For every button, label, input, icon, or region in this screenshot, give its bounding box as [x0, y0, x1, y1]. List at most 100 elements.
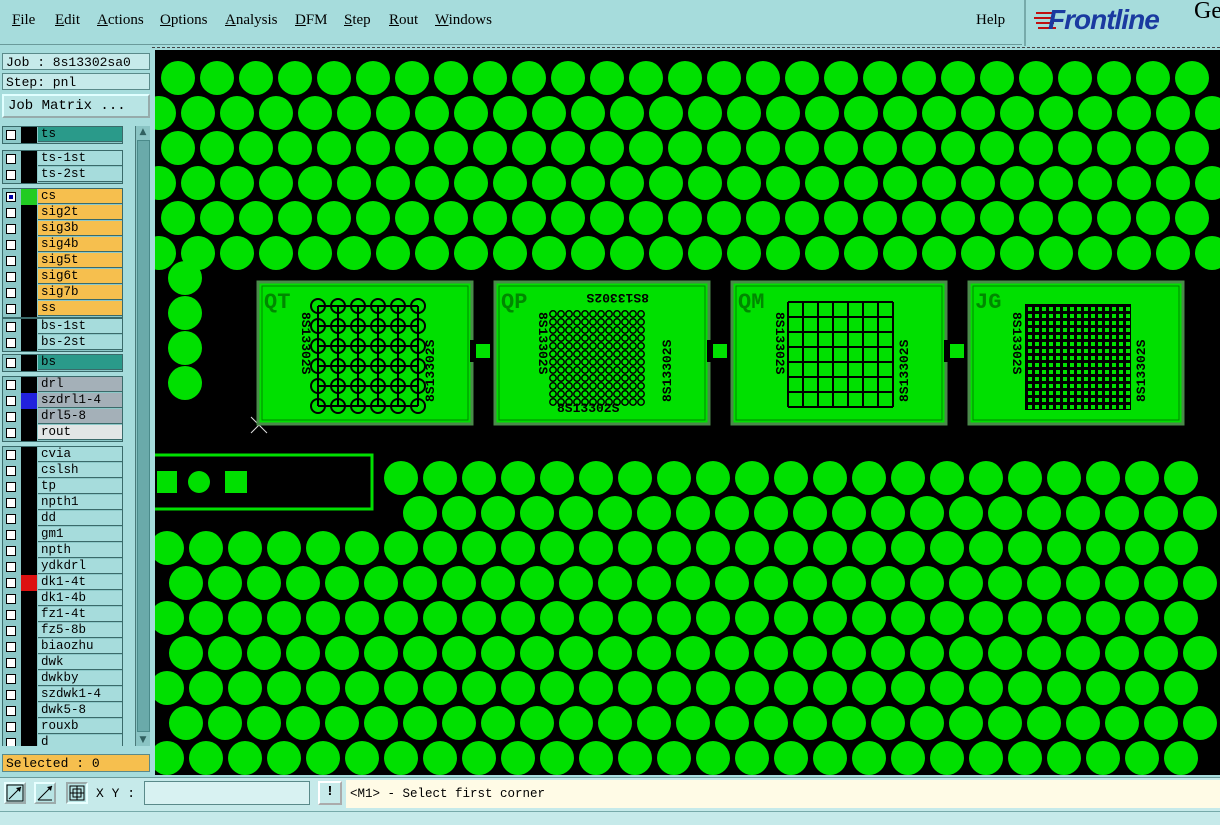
scroll-up-icon[interactable]: ▲ [137, 126, 149, 138]
zoom-line-icon[interactable] [34, 782, 56, 804]
layer-checkbox[interactable] [6, 412, 16, 422]
layer-row-drl5-8[interactable]: drl5-8 [3, 409, 122, 425]
layer-row-szdwk1-4[interactable]: szdwk1-4 [3, 687, 122, 703]
layer-row-ydkdrl[interactable]: ydkdrl [3, 559, 122, 575]
layer-checkbox[interactable] [6, 288, 16, 298]
layer-checkbox[interactable] [6, 224, 16, 234]
layer-checkbox[interactable] [6, 642, 16, 652]
menu-rout[interactable]: Rout [389, 12, 418, 29]
layer-checkbox[interactable] [6, 594, 16, 604]
layer-color-swatch [21, 511, 37, 527]
layer-checkbox[interactable] [6, 626, 16, 636]
layer-checkbox[interactable] [6, 380, 16, 390]
menu-edit[interactable]: Edit [55, 12, 80, 29]
layer-row-dwkby[interactable]: dwkby [3, 671, 122, 687]
layer-checkbox[interactable] [6, 240, 16, 250]
coupon-cell [1028, 363, 1032, 367]
layer-row-ss[interactable]: ss [3, 301, 122, 317]
layer-row-ts-1st[interactable]: ts-1st [3, 151, 122, 167]
layer-row-bs-2st[interactable]: bs-2st [3, 335, 122, 351]
copper-pad [532, 166, 566, 200]
layer-checkbox[interactable] [6, 130, 16, 140]
warning-button[interactable]: ! [318, 781, 342, 805]
layer-checkbox[interactable] [6, 578, 16, 588]
job-matrix-button[interactable]: Job Matrix ... [2, 94, 150, 118]
layer-checkbox[interactable] [6, 658, 16, 668]
layer-checkbox[interactable] [6, 208, 16, 218]
menu-analysis[interactable]: Analysis [225, 12, 278, 29]
scroll-thumb[interactable] [137, 140, 150, 732]
layer-checkbox[interactable] [6, 322, 16, 332]
layer-row-sig4b[interactable]: sig4b [3, 237, 122, 253]
layer-checkbox[interactable] [6, 466, 16, 476]
layer-row-sig3b[interactable]: sig3b [3, 221, 122, 237]
layer-row-ts-2st[interactable]: ts-2st [3, 167, 122, 183]
layer-row-fz5-8b[interactable]: fz5-8b [3, 623, 122, 639]
layer-row-szdrl1-4[interactable]: szdrl1-4 [3, 393, 122, 409]
layer-row-npth[interactable]: npth [3, 543, 122, 559]
layer-checkbox[interactable] [6, 674, 16, 684]
layer-checkbox[interactable] [6, 706, 16, 716]
layer-row-d[interactable]: d [3, 735, 122, 746]
layer-checkbox[interactable] [6, 530, 16, 540]
snap-grid-icon[interactable] [66, 782, 88, 804]
layer-checkbox[interactable] [6, 546, 16, 556]
layer-row-cslsh[interactable]: cslsh [3, 463, 122, 479]
graphics-canvas[interactable]: QT 8S13302S 8S13302S QP 8S13302S 8S13302S 8S13… [155, 50, 1220, 775]
layer-checkbox[interactable] [6, 428, 16, 438]
layer-checkbox[interactable] [6, 338, 16, 348]
layer-checkbox[interactable] [6, 192, 16, 202]
layer-row-cvia[interactable]: cvia [3, 447, 122, 463]
layer-row-ts[interactable]: ts [3, 127, 122, 143]
layer-row-bs-1st[interactable]: bs-1st [3, 319, 122, 335]
layer-checkbox[interactable] [6, 358, 16, 368]
layer-row-biaozhu[interactable]: biaozhu [3, 639, 122, 655]
layer-checkbox[interactable] [6, 256, 16, 266]
layer-row-sig2t[interactable]: sig2t [3, 205, 122, 221]
layer-row-dk1-4b[interactable]: dk1-4b [3, 591, 122, 607]
layer-row-gm1[interactable]: gm1 [3, 527, 122, 543]
layer-row-fz1-4t[interactable]: fz1-4t [3, 607, 122, 623]
xy-input[interactable] [144, 781, 310, 805]
layer-row-npth1[interactable]: npth1 [3, 495, 122, 511]
layer-checkbox[interactable] [6, 170, 16, 180]
layer-checkbox[interactable] [6, 738, 16, 746]
layer-row-rout[interactable]: rout [3, 425, 122, 441]
layer-scrollbar[interactable]: ▲ ▼ [135, 126, 150, 746]
menu-windows[interactable]: Windows [435, 12, 492, 29]
layer-checkbox[interactable] [6, 482, 16, 492]
coupon-cell [1028, 314, 1032, 318]
layer-row-dwk5-8[interactable]: dwk5-8 [3, 703, 122, 719]
menu-actions[interactable]: Actions [97, 12, 144, 29]
layer-row-bs[interactable]: bs [3, 355, 122, 371]
layer-row-dk1-4t[interactable]: dk1-4t [3, 575, 122, 591]
menu-options[interactable]: Options [160, 12, 208, 29]
menu-step[interactable]: Step [344, 12, 371, 29]
layer-checkbox[interactable] [6, 562, 16, 572]
layer-checkbox[interactable] [6, 396, 16, 406]
layer-row-sig5t[interactable]: sig5t [3, 253, 122, 269]
layer-checkbox[interactable] [6, 450, 16, 460]
layer-checkbox[interactable] [6, 722, 16, 732]
menu-help[interactable]: Help [976, 12, 1005, 29]
menu-dfm[interactable]: DFM [295, 12, 328, 29]
layer-checkbox[interactable] [6, 690, 16, 700]
layer-row-dd[interactable]: dd [3, 511, 122, 527]
scroll-down-icon[interactable]: ▼ [137, 734, 149, 746]
layer-checkbox[interactable] [6, 154, 16, 164]
layer-checkbox[interactable] [6, 498, 16, 508]
layer-row-dwk[interactable]: dwk [3, 655, 122, 671]
zoom-window-icon[interactable] [4, 782, 26, 804]
layer-checkbox[interactable] [6, 610, 16, 620]
layer-row-cs[interactable]: cs [3, 189, 122, 205]
board-view[interactable]: QT8S13302S 8S13302SQP8S13302S 8S13302S8S13… [155, 50, 1220, 775]
layer-row-sig6t[interactable]: sig6t [3, 269, 122, 285]
layer-checkbox[interactable] [6, 304, 16, 314]
menu-file[interactable]: File [12, 12, 35, 29]
layer-checkbox[interactable] [6, 272, 16, 282]
layer-row-tp[interactable]: tp [3, 479, 122, 495]
layer-row-drl[interactable]: drl [3, 377, 122, 393]
layer-row-sig7b[interactable]: sig7b [3, 285, 122, 301]
layer-row-rouxb[interactable]: rouxb [3, 719, 122, 735]
layer-checkbox[interactable] [6, 514, 16, 524]
